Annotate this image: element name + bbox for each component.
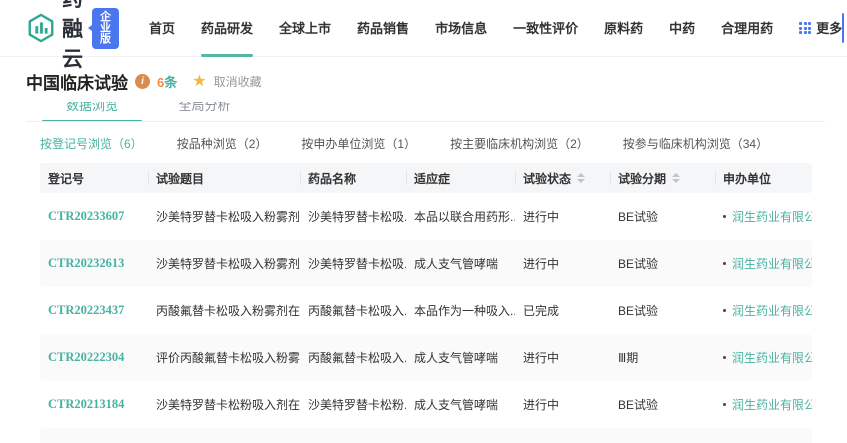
trial-title: 丙酸氟替卡松吸入粉雾剂在健... — [156, 304, 300, 318]
table-row: CTR20233607 沙美特罗替卡松吸入粉雾剂在... 沙美特罗替卡松吸...… — [40, 193, 812, 240]
filter-by-sponsor[interactable]: 按申办单位浏览（1） — [301, 135, 416, 152]
quick-search-label: 一键搜索 — [843, 14, 844, 42]
more-label: 更多 — [816, 20, 843, 36]
result-count: 6条 — [157, 72, 177, 91]
nav-item-tcm[interactable]: 中药 — [669, 0, 695, 57]
filter-by-main-clinical-org[interactable]: 按主要临床机构浏览（2） — [450, 135, 589, 152]
top-navigation-bar: 药融云 企业版 首页 药品研发 全球上市 药品销售 市场信息 一致性评价 原料药… — [0, 0, 847, 71]
page-title: 中国临床试验 — [26, 74, 128, 93]
col-header-status: 试验状态 — [515, 163, 610, 193]
table-row: CTR20213184 沙美特罗替卡松粉吸入剂在健... 沙美特罗替卡松粉...… — [40, 381, 812, 428]
nav-item-rational-use[interactable]: 合理用药 — [721, 0, 773, 57]
nav-item-global-launch[interactable]: 全球上市 — [279, 0, 331, 57]
sponsor-link[interactable]: 润生药业有限公司 — [732, 396, 812, 413]
sponsor-link[interactable]: 润生药业有限公司 — [732, 349, 812, 366]
tab-global-analysis[interactable]: 全局分析 — [154, 102, 254, 121]
trial-title: 沙美特罗替卡松吸入粉雾剂在... — [156, 257, 300, 271]
table-row: CTR20232613 沙美特罗替卡松吸入粉雾剂在... 沙美特罗替卡松吸...… — [40, 240, 812, 287]
col-header-sponsor: 申办单位 — [715, 163, 812, 193]
sort-icon-status[interactable] — [577, 173, 586, 183]
trial-status: 进行中 — [523, 351, 560, 365]
page-title-row: 中国临床试验 i 6条 ★ 取消收藏 — [0, 57, 847, 100]
trial-indication: 成人支气管哮喘 — [414, 351, 499, 365]
grid-menu-icon — [799, 22, 812, 34]
edition-badge: 企业版 — [88, 7, 119, 49]
nav-item-market-info[interactable]: 市场信息 — [435, 0, 487, 57]
unfavorite-button[interactable]: 取消收藏 — [214, 73, 262, 90]
table-row: CTR20223437 丙酸氟替卡松吸入粉雾剂在健... 丙酸氟替卡松吸入...… — [40, 287, 812, 334]
brand[interactable]: 药融云 企业版 — [26, 0, 119, 73]
filter-by-regno[interactable]: 按登记号浏览（6） — [40, 135, 143, 152]
trial-drug: 沙美特罗替卡松粉... — [308, 398, 406, 412]
bullet-icon — [723, 215, 726, 218]
col-header-phase: 试验分期 — [610, 163, 715, 193]
col-header-title: 试验题目 — [148, 163, 300, 193]
result-count-unit: 条 — [164, 75, 178, 90]
trial-indication: 本品以联合用药形... — [414, 210, 515, 224]
trial-drug: 丙酸氟替卡松吸入... — [308, 351, 406, 365]
sponsor-link[interactable]: 润生药业有限公司 — [732, 302, 812, 319]
nav-item-more[interactable]: 更多 — [799, 0, 842, 57]
trial-phase: Ⅲ期 — [618, 351, 639, 365]
trial-regno-link[interactable]: CTR20223437 — [48, 303, 124, 317]
view-filter-bar: 按登记号浏览（6） 按品种浏览（2） 按申办单位浏览（1） 按主要临床机构浏览（… — [0, 122, 847, 163]
bullet-icon — [723, 356, 726, 359]
bullet-icon — [723, 309, 726, 312]
tab-data-browse[interactable]: 数据浏览 — [42, 102, 143, 121]
trial-regno-link[interactable]: CTR20222304 — [48, 350, 124, 364]
nav-item-home[interactable]: 首页 — [149, 0, 175, 57]
trial-title: 评价丙酸氟替卡松吸入粉雾剂... — [156, 351, 300, 365]
trials-table: 登记号 试验题目 药品名称 适应症 试验状态 试验分期 申办单位 CTR2023… — [40, 163, 812, 443]
table-header: 登记号 试验题目 药品名称 适应症 试验状态 试验分期 申办单位 — [40, 163, 812, 193]
trial-regno-link[interactable]: CTR20213184 — [48, 397, 124, 411]
trial-regno-link[interactable]: CTR20233607 — [48, 209, 124, 223]
nav-item-drug-rd[interactable]: 药品研发 — [201, 0, 253, 57]
bullet-icon — [723, 262, 726, 265]
table-row: CTR20222304 评价丙酸氟替卡松吸入粉雾剂... 丙酸氟替卡松吸入...… — [40, 334, 812, 381]
tab-bar: 数据浏览 全局分析 — [26, 102, 825, 122]
trial-status: 进行中 — [523, 398, 560, 412]
nav-item-api[interactable]: 原料药 — [604, 0, 643, 57]
info-icon[interactable]: i — [135, 74, 150, 89]
nav-item-consistency-eval[interactable]: 一致性评价 — [513, 0, 578, 57]
app-root: 药融云 企业版 首页 药品研发 全球上市 药品销售 市场信息 一致性评价 原料药… — [0, 0, 847, 443]
table-row: CTR20210815 评价沙美特罗替卡松粉吸入剂... 沙美特罗替卡松粉...… — [40, 428, 812, 443]
trial-title: 沙美特罗替卡松粉吸入剂在健... — [156, 398, 300, 412]
trial-status: 已完成 — [523, 304, 560, 318]
trial-status: 进行中 — [523, 210, 560, 224]
brand-logo-icon — [26, 13, 56, 43]
trial-drug: 丙酸氟替卡松吸入... — [308, 304, 406, 318]
main-nav: 首页 药品研发 全球上市 药品销售 市场信息 一致性评价 原料药 中药 合理用药… — [149, 0, 842, 57]
trial-drug: 沙美特罗替卡松吸... — [308, 210, 406, 224]
nav-item-drug-sales[interactable]: 药品销售 — [357, 0, 409, 57]
brand-name: 药融云 — [62, 0, 84, 71]
trial-indication: 成人支气管哮喘 — [414, 257, 499, 271]
quick-search-button[interactable]: 一键搜索 — [842, 13, 845, 43]
trial-phase: BE试验 — [618, 210, 659, 224]
col-header-drug: 药品名称 — [300, 163, 406, 193]
trial-phase: BE试验 — [618, 398, 659, 412]
sort-icon-phase[interactable] — [672, 173, 681, 183]
col-header-regno: 登记号 — [48, 171, 85, 186]
favorite-star-icon[interactable]: ★ — [192, 73, 206, 90]
sponsor-link[interactable]: 润生药业有限公司 — [732, 208, 812, 225]
trial-regno-link[interactable]: CTR20232613 — [48, 256, 124, 270]
trial-title: 沙美特罗替卡松吸入粉雾剂在... — [156, 210, 300, 224]
filter-by-variety[interactable]: 按品种浏览（2） — [177, 135, 268, 152]
sponsor-link[interactable]: 润生药业有限公司 — [732, 255, 812, 272]
filter-by-participating-org[interactable]: 按参与临床机构浏览（34） — [623, 135, 768, 152]
bullet-icon — [723, 403, 726, 406]
trial-status: 进行中 — [523, 257, 560, 271]
trial-indication: 成人支气管哮喘 — [414, 398, 499, 412]
trial-indication: 本品作为一种吸入... — [414, 304, 515, 318]
col-header-indication: 适应症 — [406, 163, 515, 193]
trial-phase: BE试验 — [618, 257, 659, 271]
trial-drug: 沙美特罗替卡松吸... — [308, 257, 406, 271]
trial-phase: BE试验 — [618, 304, 659, 318]
